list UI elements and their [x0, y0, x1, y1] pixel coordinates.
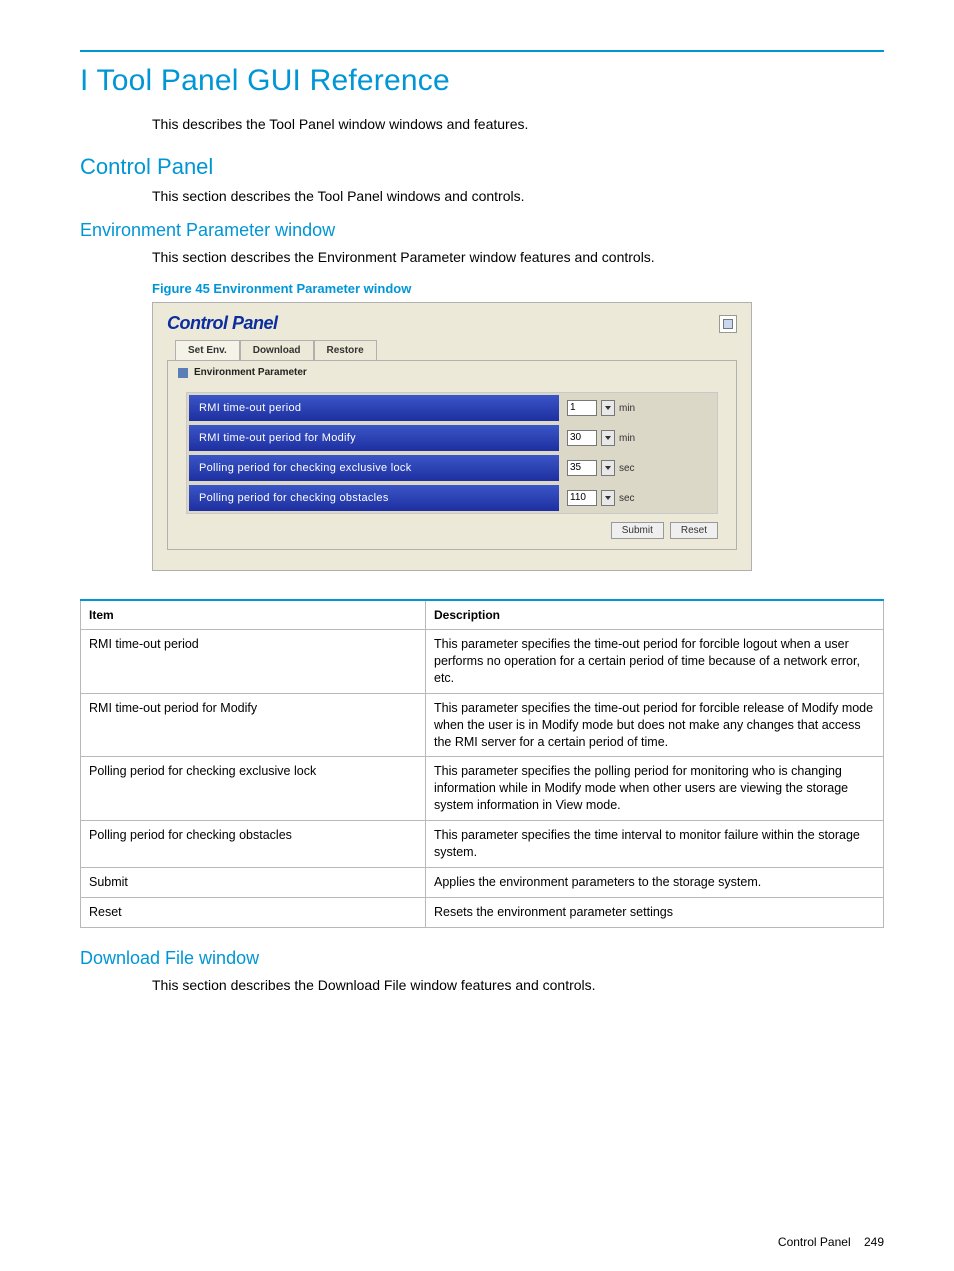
param-label: RMI time-out period for Modify: [189, 425, 559, 451]
tab-bar: Set Env. Download Restore: [153, 340, 751, 360]
unit-label: sec: [619, 493, 635, 504]
tab-restore[interactable]: Restore: [314, 340, 377, 360]
submit-button[interactable]: Submit: [611, 522, 664, 539]
section-control-panel: Control Panel: [80, 154, 884, 180]
param-label: Polling period for checking obstacles: [189, 485, 559, 511]
table-row: Reset Resets the environment parameter s…: [81, 897, 884, 927]
table-row: Polling period for checking exclusive lo…: [81, 757, 884, 821]
tab-body: Environment Parameter RMI time-out perio…: [167, 360, 737, 550]
param-row-polling-lock: Polling period for checking exclusive lo…: [187, 453, 717, 483]
section-control-panel-intro: This section describes the Tool Panel wi…: [152, 188, 884, 204]
subsection-env-param-intro: This section describes the Environment P…: [152, 249, 884, 265]
env-param-header-label: Environment Parameter: [194, 367, 307, 378]
footer-section: Control Panel: [778, 1235, 851, 1249]
dropdown-icon[interactable]: [601, 460, 615, 476]
th-description: Description: [426, 600, 884, 630]
param-label: Polling period for checking exclusive lo…: [189, 455, 559, 481]
cell-item: Polling period for checking obstacles: [81, 821, 426, 868]
polling-lock-value[interactable]: 35: [567, 460, 597, 476]
figure-caption: Figure 45 Environment Parameter window: [152, 281, 884, 296]
cell-desc: This parameter specifies the time interv…: [426, 821, 884, 868]
cell-desc: Applies the environment parameters to th…: [426, 867, 884, 897]
rmi-timeout-value[interactable]: 1: [567, 400, 597, 416]
table-row: Polling period for checking obstacles Th…: [81, 821, 884, 868]
tab-download[interactable]: Download: [240, 340, 314, 360]
cell-item: Submit: [81, 867, 426, 897]
table-row: RMI time-out period This parameter speci…: [81, 630, 884, 694]
cell-desc: This parameter specifies the polling per…: [426, 757, 884, 821]
appendix-heading: I Tool Panel GUI Reference: [80, 64, 884, 98]
th-item: Item: [81, 600, 426, 630]
polling-obstacles-value[interactable]: 110: [567, 490, 597, 506]
dropdown-icon[interactable]: [601, 490, 615, 506]
env-param-header: Environment Parameter: [168, 361, 736, 386]
footer-page-number: 249: [864, 1235, 884, 1249]
square-icon: [178, 368, 188, 378]
unit-label: min: [619, 433, 635, 444]
subsection-download-file-intro: This section describes the Download File…: [152, 977, 884, 993]
description-table: Item Description RMI time-out period Thi…: [80, 599, 884, 928]
param-row-rmi-timeout: RMI time-out period 1 min: [187, 393, 717, 423]
param-grid: RMI time-out period 1 min RMI time-out p…: [186, 392, 718, 514]
param-row-rmi-timeout-modify: RMI time-out period for Modify 30 min: [187, 423, 717, 453]
table-row: RMI time-out period for Modify This para…: [81, 693, 884, 757]
dropdown-icon[interactable]: [601, 400, 615, 416]
cell-item: RMI time-out period: [81, 630, 426, 694]
subsection-download-file: Download File window: [80, 948, 884, 969]
page-footer: Control Panel 249: [778, 1235, 884, 1249]
reset-button[interactable]: Reset: [670, 522, 718, 539]
control-panel-window: Control Panel Set Env. Download Restore …: [152, 302, 752, 571]
param-label: RMI time-out period: [189, 395, 559, 421]
top-rule: [80, 50, 884, 52]
cell-item: Reset: [81, 897, 426, 927]
unit-label: sec: [619, 463, 635, 474]
rmi-timeout-modify-value[interactable]: 30: [567, 430, 597, 446]
window-icon[interactable]: [719, 315, 737, 333]
cell-desc: This parameter specifies the time-out pe…: [426, 630, 884, 694]
table-row: Submit Applies the environment parameter…: [81, 867, 884, 897]
cell-item: Polling period for checking exclusive lo…: [81, 757, 426, 821]
cell-desc: Resets the environment parameter setting…: [426, 897, 884, 927]
dropdown-icon[interactable]: [601, 430, 615, 446]
appendix-intro: This describes the Tool Panel window win…: [152, 116, 884, 132]
subsection-env-param: Environment Parameter window: [80, 220, 884, 241]
param-row-polling-obstacles: Polling period for checking obstacles 11…: [187, 483, 717, 513]
unit-label: min: [619, 403, 635, 414]
cell-item: RMI time-out period for Modify: [81, 693, 426, 757]
cell-desc: This parameter specifies the time-out pe…: [426, 693, 884, 757]
tab-set-env[interactable]: Set Env.: [175, 340, 240, 360]
panel-title: Control Panel: [167, 313, 278, 334]
